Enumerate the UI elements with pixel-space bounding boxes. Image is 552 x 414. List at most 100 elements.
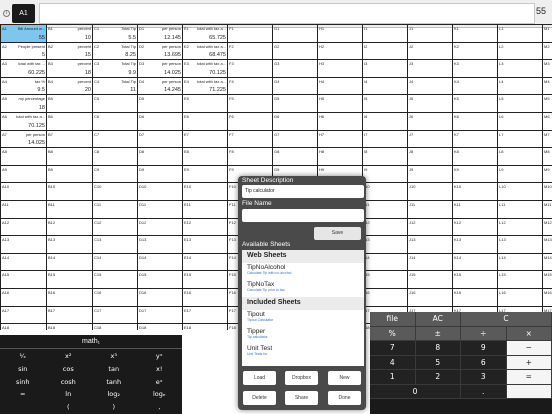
dropbox-button[interactable]: Dropbox <box>285 371 318 385</box>
math-key[interactable]: log₂ <box>91 388 137 401</box>
cell-k2[interactable]: K2 <box>452 41 498 61</box>
file-name-input[interactable] <box>242 209 364 222</box>
cell-c10[interactable]: C10 <box>92 182 138 201</box>
cell-j13[interactable]: J13 <box>407 235 453 254</box>
keypad-title[interactable]: math₁ <box>0 335 182 349</box>
cell-d7[interactable]: D7 <box>137 129 183 149</box>
cell-l7[interactable]: L7 <box>497 129 543 149</box>
math-key[interactable]: tan <box>91 363 137 376</box>
cell-l14[interactable]: L14 <box>497 252 543 272</box>
cell-b10[interactable]: B10 <box>46 182 93 201</box>
cell-j9[interactable]: J9 <box>407 164 453 184</box>
numeric-key[interactable]: . <box>461 384 507 399</box>
cell-k8[interactable]: K8 <box>452 147 498 166</box>
cell-g5[interactable]: G5 <box>272 94 318 113</box>
share-button[interactable]: Share <box>285 391 318 405</box>
math-key[interactable]: cosh <box>46 376 92 389</box>
cell-b3[interactable]: B3 percent 18 <box>46 59 93 78</box>
cell-i3[interactable]: I3 <box>362 59 408 78</box>
cell-m14[interactable]: M14 <box>542 252 552 272</box>
cell-d11[interactable]: D11 <box>137 199 183 219</box>
cell-d15[interactable]: D15 <box>137 270 183 289</box>
cell-k10[interactable]: K10 <box>452 182 498 201</box>
cell-e17[interactable]: E17 <box>182 305 228 325</box>
cell-i16[interactable]: I16 <box>362 287 408 307</box>
cell-d16[interactable]: D16 <box>137 287 183 307</box>
numeric-key[interactable]: 1 <box>370 370 416 385</box>
cell-m8[interactable]: M8 <box>542 147 552 166</box>
math-key[interactable]: eˣ <box>137 376 183 389</box>
cell-a2[interactable]: A2 People present 5 <box>0 41 47 61</box>
numeric-key[interactable]: ÷ <box>461 326 507 341</box>
cell-h2[interactable]: H2 <box>317 41 363 61</box>
cell-c8[interactable]: C8 <box>92 147 138 166</box>
cell-i11[interactable]: I11 <box>362 199 408 219</box>
cell-k5[interactable]: K5 <box>452 94 498 113</box>
numeric-key[interactable] <box>506 384 552 399</box>
cell-l5[interactable]: L5 <box>497 94 543 113</box>
cell-e11[interactable]: E11 <box>182 199 228 219</box>
cell-a12[interactable]: A12 <box>0 217 47 237</box>
numeric-key[interactable]: 8 <box>415 341 461 356</box>
math-key[interactable]: cos <box>46 363 92 376</box>
cell-g8[interactable]: G8 <box>272 147 318 166</box>
cell-m1[interactable]: M1 <box>542 24 552 43</box>
cell-e5[interactable]: E5 <box>182 94 228 113</box>
cell-i15[interactable]: I15 <box>362 270 408 289</box>
numeric-key[interactable]: 9 <box>461 341 507 356</box>
cell-f6[interactable]: F6 <box>227 111 273 131</box>
cell-m4[interactable]: M4 <box>542 76 552 96</box>
math-key[interactable]: tanh <box>91 376 137 389</box>
cell-d1[interactable]: D1 per person 12.145 <box>137 24 183 43</box>
cell-c6[interactable]: C6 <box>92 111 138 131</box>
list-item[interactable]: TipNoTax Calculate Tip prior to tax <box>242 280 364 297</box>
cell-a5[interactable]: A5 my percentage 18 <box>0 94 47 113</box>
cell-l9[interactable]: L9 <box>497 164 543 184</box>
cell-i14[interactable]: I14 <box>362 252 408 272</box>
cell-d14[interactable]: D14 <box>137 252 183 272</box>
cell-e2[interactable]: E2 total with tax a... 68.475 <box>182 41 228 61</box>
cell-j5[interactable]: J5 <box>407 94 453 113</box>
cell-f3[interactable]: F3 <box>227 59 273 78</box>
cell-k13[interactable]: K13 <box>452 235 498 254</box>
cell-d17[interactable]: D17 <box>137 305 183 325</box>
cell-c17[interactable]: C17 <box>92 305 138 325</box>
cell-a15[interactable]: A15 <box>0 270 47 289</box>
cell-b15[interactable]: B15 <box>46 270 93 289</box>
cell-e18[interactable]: E18 <box>182 323 228 330</box>
cell-c11[interactable]: C11 <box>92 199 138 219</box>
delete-button[interactable]: Delete <box>243 391 276 405</box>
cell-g7[interactable]: G7 <box>272 129 318 149</box>
math-key[interactable]: sinh <box>0 376 46 389</box>
cell-a1[interactable]: A1 Bill Amount w... 55 <box>0 24 47 43</box>
cell-d10[interactable]: D10 <box>137 182 183 201</box>
cell-c9[interactable]: C9 <box>92 164 138 184</box>
cell-b18[interactable]: B18 <box>46 323 93 330</box>
cell-i9[interactable]: I9 <box>362 164 408 184</box>
cell-j16[interactable]: J16 <box>407 287 453 307</box>
cell-i13[interactable]: I13 <box>362 235 408 254</box>
cell-b7[interactable]: B7 <box>46 129 93 149</box>
cell-m11[interactable]: M11 <box>542 199 552 219</box>
cell-j14[interactable]: J14 <box>407 252 453 272</box>
cell-a16[interactable]: A16 <box>0 287 47 307</box>
cell-m9[interactable]: M9 <box>542 164 552 184</box>
cell-c3[interactable]: C3 Total Tip 9.9 <box>92 59 138 78</box>
cell-d13[interactable]: D13 <box>137 235 183 254</box>
cell-k11[interactable]: K11 <box>452 199 498 219</box>
cell-j3[interactable]: J3 <box>407 59 453 78</box>
cell-k3[interactable]: K3 <box>452 59 498 78</box>
done-button[interactable]: Done <box>328 391 361 405</box>
keypad-c-button[interactable]: C <box>461 312 552 327</box>
numeric-key[interactable]: − <box>506 341 552 356</box>
cell-m5[interactable]: M5 <box>542 94 552 113</box>
cell-e13[interactable]: E13 <box>182 235 228 254</box>
cell-a13[interactable]: A13 <box>0 235 47 254</box>
cell-l15[interactable]: L15 <box>497 270 543 289</box>
keypad-file-button[interactable]: file <box>370 312 416 327</box>
cell-b14[interactable]: B14 <box>46 252 93 272</box>
cell-c18[interactable]: C18 <box>92 323 138 330</box>
list-item[interactable]: Tipper Tip calculator <box>242 327 364 344</box>
cell-m6[interactable]: M6 <box>542 111 552 131</box>
cell-d5[interactable]: D5 <box>137 94 183 113</box>
